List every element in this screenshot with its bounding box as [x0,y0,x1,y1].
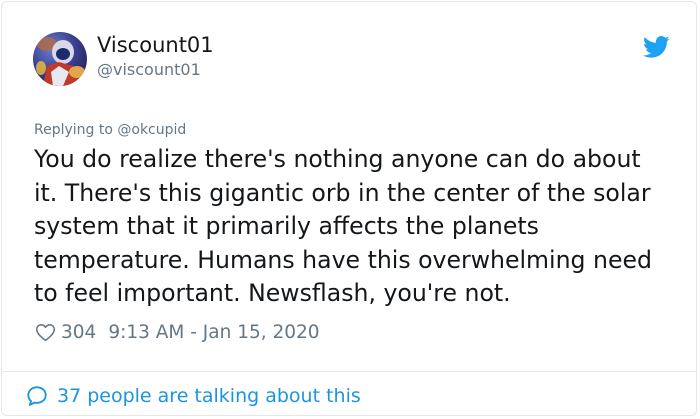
tweet-text-line: to feel important. Newsflash, you're not… [34,279,511,307]
tweet-text-line: it. There's this gigantic orb in the cen… [34,178,651,207]
divider [3,371,695,372]
author-handle[interactable]: @viscount01 [97,60,201,79]
like-button[interactable]: 304 [35,322,108,343]
tweet-text: You do realize there's nothing anyone ca… [34,143,684,311]
tweet-text-line: temperature. Humans have this overwhelmi… [34,245,652,274]
heart-icon [35,324,56,342]
conversation-label: 37 people are talking about this [57,385,361,407]
replying-to-label[interactable]: Replying to @okcupid [34,122,186,138]
tweet-card: Viscount01 @viscount01 Replying to @okcu… [1,1,697,416]
like-count: 304 [61,321,97,343]
tweet-text-line: You do realize there's nothing anyone ca… [34,145,641,173]
tweet-text-line: system that it primarily affects the pla… [34,212,539,240]
author-display-name[interactable]: Viscount01 [97,33,214,57]
conversation-link[interactable]: 37 people are talking about this [26,383,361,409]
tweet-meta: 304 9:13 AM - Jan 15, 2020 [35,320,320,344]
avatar-image [33,32,87,86]
avatar[interactable] [33,32,87,86]
twitter-bird-icon[interactable] [643,36,670,58]
speech-bubble-icon [27,386,47,406]
timestamp[interactable]: 9:13 AM - Jan 15, 2020 [108,322,319,343]
